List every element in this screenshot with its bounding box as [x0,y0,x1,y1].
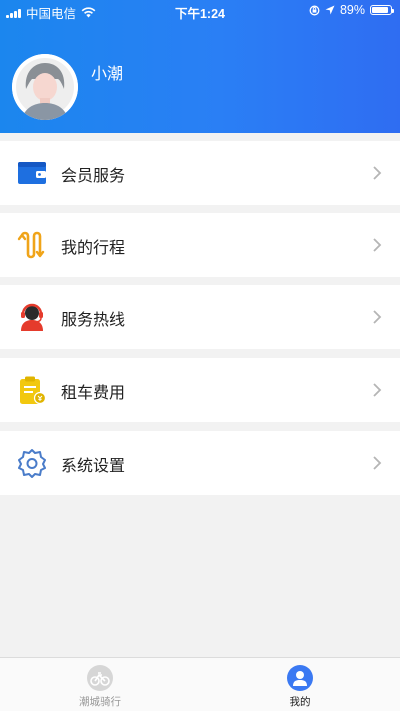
gear-icon [18,449,46,478]
menu-label: 系统设置 [61,456,126,475]
profile-header: 中国电信 下午1:24 89% 小潮 [0,0,400,133]
chevron-right-icon [373,310,382,324]
tab-label: 潮城骑行 [79,696,121,708]
chevron-right-icon [373,383,382,397]
menu-item-member-service[interactable]: 会员服务 [0,141,400,205]
location-arrow-icon [325,5,335,15]
battery-percent: 89% [339,3,365,17]
menu-label: 我的行程 [61,238,126,257]
battery-icon [370,5,394,15]
route-icon [17,231,45,259]
menu-item-system-settings[interactable]: 系统设置 [0,431,400,495]
profile-icon [287,665,313,691]
chevron-right-icon [373,238,382,252]
chevron-right-icon [373,456,382,470]
bill-icon [20,376,47,405]
wallet-icon [18,162,46,184]
status-bar: 中国电信 下午1:24 89% [0,0,400,22]
avatar[interactable] [12,54,78,120]
menu-item-rental-fees[interactable]: 租车费用 [0,358,400,422]
customer-service-icon [21,303,43,331]
menu-label: 服务热线 [61,310,126,329]
menu-item-service-hotline[interactable]: 服务热线 [0,285,400,349]
username[interactable]: 小潮 [91,60,123,84]
menu-label: 租车费用 [61,383,126,402]
menu-label: 会员服务 [61,166,126,185]
tab-riding[interactable]: 潮城骑行 [40,658,160,711]
menu-item-my-trips[interactable]: 我的行程 [0,213,400,277]
rotation-lock-icon [309,5,320,15]
tab-bar: 潮城骑行 我的 [0,657,400,711]
tab-label: 我的 [289,696,311,708]
chevron-right-icon [373,166,382,180]
tab-mine[interactable]: 我的 [240,658,360,711]
bike-icon [87,665,113,691]
